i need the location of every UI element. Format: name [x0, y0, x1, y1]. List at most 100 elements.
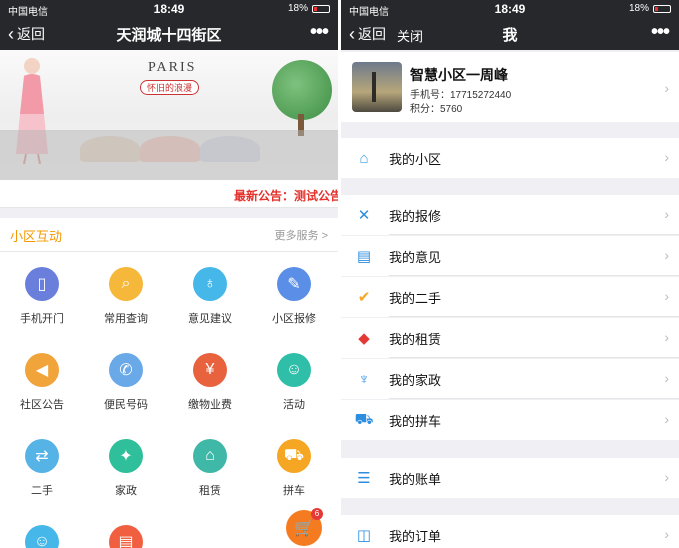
door-icon: ▯ — [25, 267, 59, 301]
shop-icon: ▤ — [109, 525, 143, 548]
service-item[interactable]: ✆ 便民号码 — [84, 353, 168, 412]
menu-row[interactable]: ◫ 我的订单 › — [341, 515, 679, 548]
service-label: 小区报修 — [272, 313, 316, 325]
phone-icon: ✆ — [109, 353, 143, 387]
profile-card[interactable]: 智慧小区一周峰 手机号：17715272440 积分：5760 › — [341, 52, 679, 122]
group-icon: ☺ — [25, 525, 59, 548]
stack-icon: ◆ — [358, 330, 370, 347]
service-item[interactable]: ⛟ 拼车 — [252, 439, 336, 498]
chevron-right-icon: › — [664, 288, 669, 304]
battery-icon — [312, 4, 330, 13]
tree-image — [272, 60, 332, 120]
menu-row-label: 我的意见 — [389, 250, 442, 265]
section-title: 小区互动 — [10, 229, 63, 244]
service-item[interactable]: ⇄ 二手 — [0, 439, 84, 498]
more-services-link[interactable]: 更多服务 > — [275, 227, 328, 243]
page-title: 天润城十四街区 — [116, 27, 222, 44]
menu-row-label: 我的账单 — [389, 472, 442, 487]
broom-icon: ✦ — [109, 439, 143, 473]
service-item[interactable]: ✦ 家政 — [84, 439, 168, 498]
chevron-right-icon: › — [664, 206, 669, 222]
service-item[interactable]: ¥ 缴物业费 — [168, 353, 252, 412]
service-item[interactable]: ♁ 意见建议 — [168, 267, 252, 326]
battery-percent: 18% — [287, 3, 308, 14]
user-points: 积分：5760 — [410, 104, 463, 115]
more-menu-button[interactable]: ••• — [310, 21, 329, 44]
service-grid: ▯ 手机开门 ⌕ 常用查询 ♁ 意见建议 ✎ 小区报修 ◀ 社区公告 ✆ 便民号码 ¥ 缴物业费 ☺ 活动 ⇄ 二… — [0, 253, 338, 548]
ad-banner[interactable]: PARIS 怀旧的浪漫 — [0, 50, 338, 180]
menu-row-label: 我的订单 — [389, 529, 442, 544]
service-item[interactable]: ▯ 手机开门 — [0, 267, 84, 326]
user-name: 智慧小区一周峰 — [410, 67, 508, 83]
service-label: 活动 — [283, 399, 305, 411]
menu-row-label: 我的小区 — [389, 152, 442, 167]
service-item[interactable]: ⌂ 租赁 — [168, 439, 252, 498]
ticket-icon: ¥ — [193, 353, 227, 387]
activity-icon: ☺ — [277, 353, 311, 387]
service-item[interactable]: ☺ — [0, 525, 84, 548]
menu-row[interactable]: ☰ 我的账单 › — [341, 458, 679, 498]
menu-row[interactable]: ◆ 我的租赁 › — [341, 318, 679, 358]
wrench-icon: ✎ — [277, 267, 311, 301]
house-icon: ⌂ — [193, 439, 227, 473]
service-item[interactable]: ✎ 小区报修 — [252, 267, 336, 326]
menu-row[interactable]: ⛟ 我的拼车 › — [341, 400, 679, 440]
service-item[interactable]: ▤ — [84, 525, 168, 548]
menu-row-label: 我的家政 — [389, 373, 442, 388]
broom-icon: ♆ — [358, 370, 370, 388]
notice-text: 最新公告：测试公告 — [233, 189, 338, 203]
menu-row[interactable]: ▤ 我的意见 › — [341, 236, 679, 276]
megaphone-icon: ◀ — [25, 353, 59, 387]
chevron-right-icon: › — [664, 247, 669, 263]
nav-bar: ‹ 返回 关闭 我 ••• — [341, 18, 679, 50]
status-right: 18% — [288, 3, 330, 14]
menu-row[interactable]: ⌂ 我的小区 › — [341, 138, 679, 178]
bag-icon: ◫ — [356, 527, 372, 544]
house-outline-icon: ⌂ — [359, 149, 369, 167]
service-label: 缴物业费 — [188, 399, 232, 411]
banner-tagline: 怀旧的浪漫 — [140, 80, 200, 95]
service-item[interactable]: ☺ 活动 — [252, 353, 336, 412]
chevron-right-icon: › — [664, 329, 669, 345]
cart-button[interactable]: 🛒 6 — [286, 508, 323, 546]
notice-ticker[interactable]: 最新公告：测试公告 — [0, 182, 338, 208]
service-item[interactable]: ⌕ 常用查询 — [84, 267, 168, 326]
status-bar: 中国电信 18:49 18% — [341, 0, 679, 18]
service-label: 拼车 — [283, 485, 305, 497]
search-icon: ⌕ — [109, 267, 143, 301]
lightbulb-icon: ♁ — [193, 267, 227, 301]
menu-row-label: 我的租赁 — [389, 332, 442, 347]
cart-badge: 6 — [311, 508, 323, 520]
service-label: 常用查询 — [104, 313, 148, 325]
menu-row[interactable]: ✕ 我的报修 › — [341, 195, 679, 235]
exchange-icon: ✔ — [357, 289, 371, 306]
page-title: 我 — [502, 27, 518, 44]
service-label: 家政 — [115, 485, 137, 497]
service-label: 社区公告 — [20, 399, 64, 411]
service-label: 意见建议 — [188, 313, 232, 325]
more-menu-button[interactable]: ••• — [651, 21, 670, 44]
service-item[interactable]: ◀ 社区公告 — [0, 353, 84, 412]
service-label: 便民号码 — [104, 399, 148, 411]
chevron-right-icon: › — [664, 370, 669, 386]
chevron-right-icon: › — [664, 526, 669, 542]
car-icon: ⛟ — [354, 410, 374, 428]
service-label: 手机开门 — [20, 313, 64, 325]
chevron-right-icon: › — [664, 149, 669, 165]
status-bar: 中国电信 18:49 18% — [0, 0, 338, 18]
menu-row[interactable]: ✔ 我的二手 › — [341, 277, 679, 317]
tools-icon: ✕ — [357, 207, 371, 224]
menu-row-label: 我的报修 — [389, 209, 442, 224]
brand-name: PARIS — [148, 60, 197, 75]
car-icon: ⛟ — [277, 439, 311, 473]
cart-icon: 🛒 — [294, 520, 314, 537]
menu-row[interactable]: ♆ 我的家政 › — [341, 359, 679, 399]
banner-reflection — [0, 130, 338, 180]
chevron-right-icon: › — [664, 80, 669, 96]
community-home-screen: 中国电信 18:49 18% ‹ 返回 天润城十四街区 ••• PARIS 怀旧… — [0, 0, 338, 548]
service-label: 二手 — [31, 485, 53, 497]
service-label: 租赁 — [199, 485, 221, 497]
battery-percent: 18% — [628, 3, 649, 14]
menu-row-label: 我的二手 — [389, 291, 442, 306]
section-gap — [0, 208, 338, 218]
